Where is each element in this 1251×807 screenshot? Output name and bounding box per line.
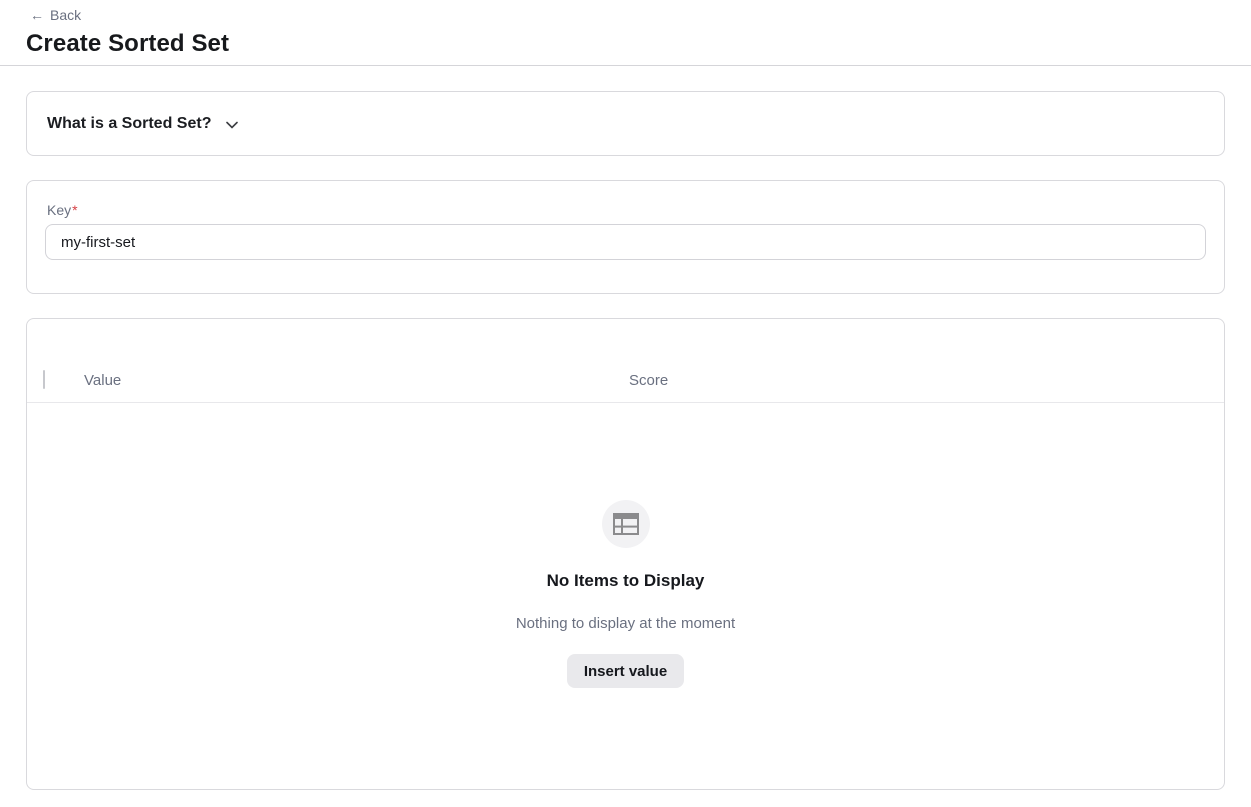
empty-state: No Items to Display Nothing to display a… <box>27 403 1224 688</box>
main-content: What is a Sorted Set? Key* Value Score <box>0 66 1251 790</box>
table-icon <box>613 513 639 535</box>
arrow-left-icon: ← <box>30 8 44 22</box>
key-label-text: Key <box>47 202 71 218</box>
chevron-down-icon <box>224 117 240 133</box>
accordion-title: What is a Sorted Set? <box>47 115 211 133</box>
page-header: ← Back Create Sorted Set <box>0 0 1251 66</box>
page-title: Create Sorted Set <box>26 30 1225 58</box>
back-label: Back <box>50 7 81 23</box>
column-header-score: Score <box>629 372 1208 389</box>
empty-state-description: Nothing to display at the moment <box>516 615 735 632</box>
table-header-row: Value Score <box>27 319 1224 403</box>
key-input[interactable] <box>45 224 1206 260</box>
what-is-sorted-set-accordion[interactable]: What is a Sorted Set? <box>26 91 1225 156</box>
back-link[interactable]: ← Back <box>30 7 81 23</box>
items-table-card: Value Score No Items to Display Nothing … <box>26 318 1225 790</box>
empty-state-icon-circle <box>602 500 650 548</box>
empty-state-title: No Items to Display <box>547 571 705 591</box>
key-label: Key* <box>47 202 1206 218</box>
insert-value-button[interactable]: Insert value <box>567 654 684 688</box>
required-asterisk: * <box>72 202 77 218</box>
key-form-card: Key* <box>26 180 1225 294</box>
select-all-checkbox[interactable] <box>43 370 45 389</box>
column-header-value: Value <box>84 372 629 389</box>
